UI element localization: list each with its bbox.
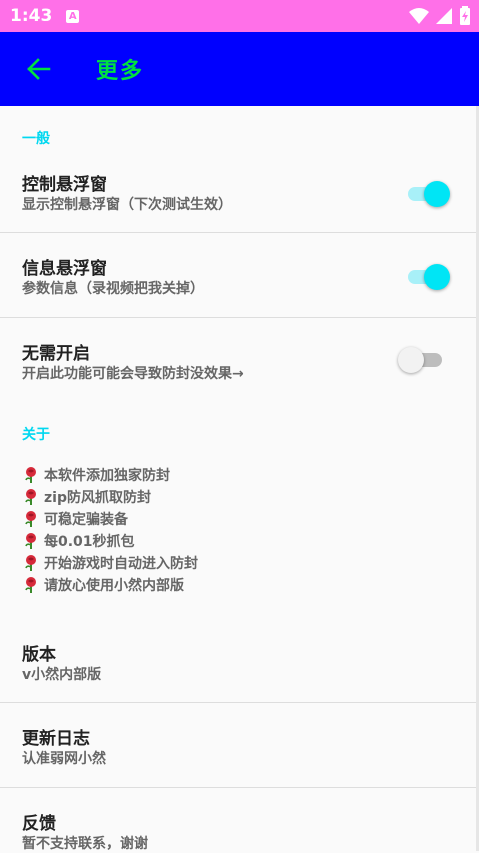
- info-title: 版本: [22, 645, 56, 665]
- setting-control-float[interactable]: 控制悬浮窗 显示控制悬浮窗（下次测试生效）: [0, 150, 476, 232]
- info-subtitle: 认准弱网小然: [22, 751, 106, 767]
- info-float-switch[interactable]: [408, 263, 450, 291]
- about-line: zip防风抓取防封: [22, 487, 151, 507]
- settings-list: 一般 控制悬浮窗 显示控制悬浮窗（下次测试生效） 信息悬浮窗 参数信息（录视频把…: [0, 106, 476, 852]
- about-line: 开始游戏时自动进入防封: [22, 553, 198, 573]
- about-text: 开始游戏时自动进入防封: [44, 556, 198, 572]
- status-icons: [409, 6, 471, 26]
- section-header-general: 一般: [22, 131, 50, 147]
- switch-thumb: [424, 181, 450, 207]
- setting-subtitle: 开启此功能可能会导致防封没效果→: [22, 366, 244, 382]
- rose-icon: [25, 467, 36, 483]
- wifi-icon: [409, 8, 429, 24]
- info-version[interactable]: 版本 v小然内部版: [0, 616, 476, 702]
- rose-icon: [25, 555, 36, 571]
- notification-icon: A: [66, 9, 80, 23]
- setting-info-float[interactable]: 信息悬浮窗 参数信息（录视频把我关掉）: [0, 233, 476, 317]
- about-text: 每0.01秒抓包: [44, 534, 135, 550]
- no-need-switch[interactable]: [398, 346, 442, 374]
- about-line: 本软件添加独家防封: [22, 465, 170, 485]
- info-subtitle: v小然内部版: [22, 667, 102, 683]
- back-button[interactable]: [24, 55, 52, 83]
- about-text: zip防风抓取防封: [44, 490, 151, 506]
- setting-subtitle: 参数信息（录视频把我关掉）: [22, 281, 204, 297]
- info-feedback[interactable]: 反馈 暂不支持联系，谢谢: [0, 788, 476, 852]
- info-subtitle: 暂不支持联系，谢谢: [22, 836, 148, 852]
- setting-title: 控制悬浮窗: [22, 175, 107, 195]
- switch-thumb: [424, 264, 450, 290]
- switch-thumb: [398, 347, 424, 373]
- info-changelog[interactable]: 更新日志 认准弱网小然: [0, 703, 476, 787]
- about-line: 请放心使用小然内部版: [22, 575, 184, 595]
- about-line: 每0.01秒抓包: [22, 531, 135, 551]
- rose-icon: [25, 489, 36, 505]
- signal-icon: [436, 8, 452, 24]
- rose-icon: [25, 511, 36, 527]
- rose-icon: [25, 577, 36, 593]
- app-bar: 更多: [0, 32, 479, 106]
- info-title: 更新日志: [22, 729, 90, 749]
- status-bar: 1:43 A: [0, 0, 479, 32]
- setting-no-need[interactable]: 无需开启 开启此功能可能会导致防封没效果→: [0, 318, 476, 408]
- setting-subtitle: 显示控制悬浮窗（下次测试生效）: [22, 197, 232, 213]
- about-text: 本软件添加独家防封: [44, 468, 170, 484]
- page-title: 更多: [96, 59, 145, 84]
- about-line: 可稳定骗装备: [22, 509, 128, 529]
- setting-title: 信息悬浮窗: [22, 259, 107, 279]
- status-time: 1:43: [10, 6, 53, 26]
- about-text: 可稳定骗装备: [44, 512, 128, 528]
- about-text: 请放心使用小然内部版: [44, 578, 184, 594]
- info-title: 反馈: [22, 814, 56, 834]
- control-float-switch[interactable]: [408, 180, 450, 208]
- setting-title: 无需开启: [22, 344, 90, 364]
- arrow-left-icon: [27, 58, 51, 80]
- battery-icon: [460, 6, 470, 25]
- section-header-about: 关于: [22, 427, 50, 443]
- rose-icon: [25, 533, 36, 549]
